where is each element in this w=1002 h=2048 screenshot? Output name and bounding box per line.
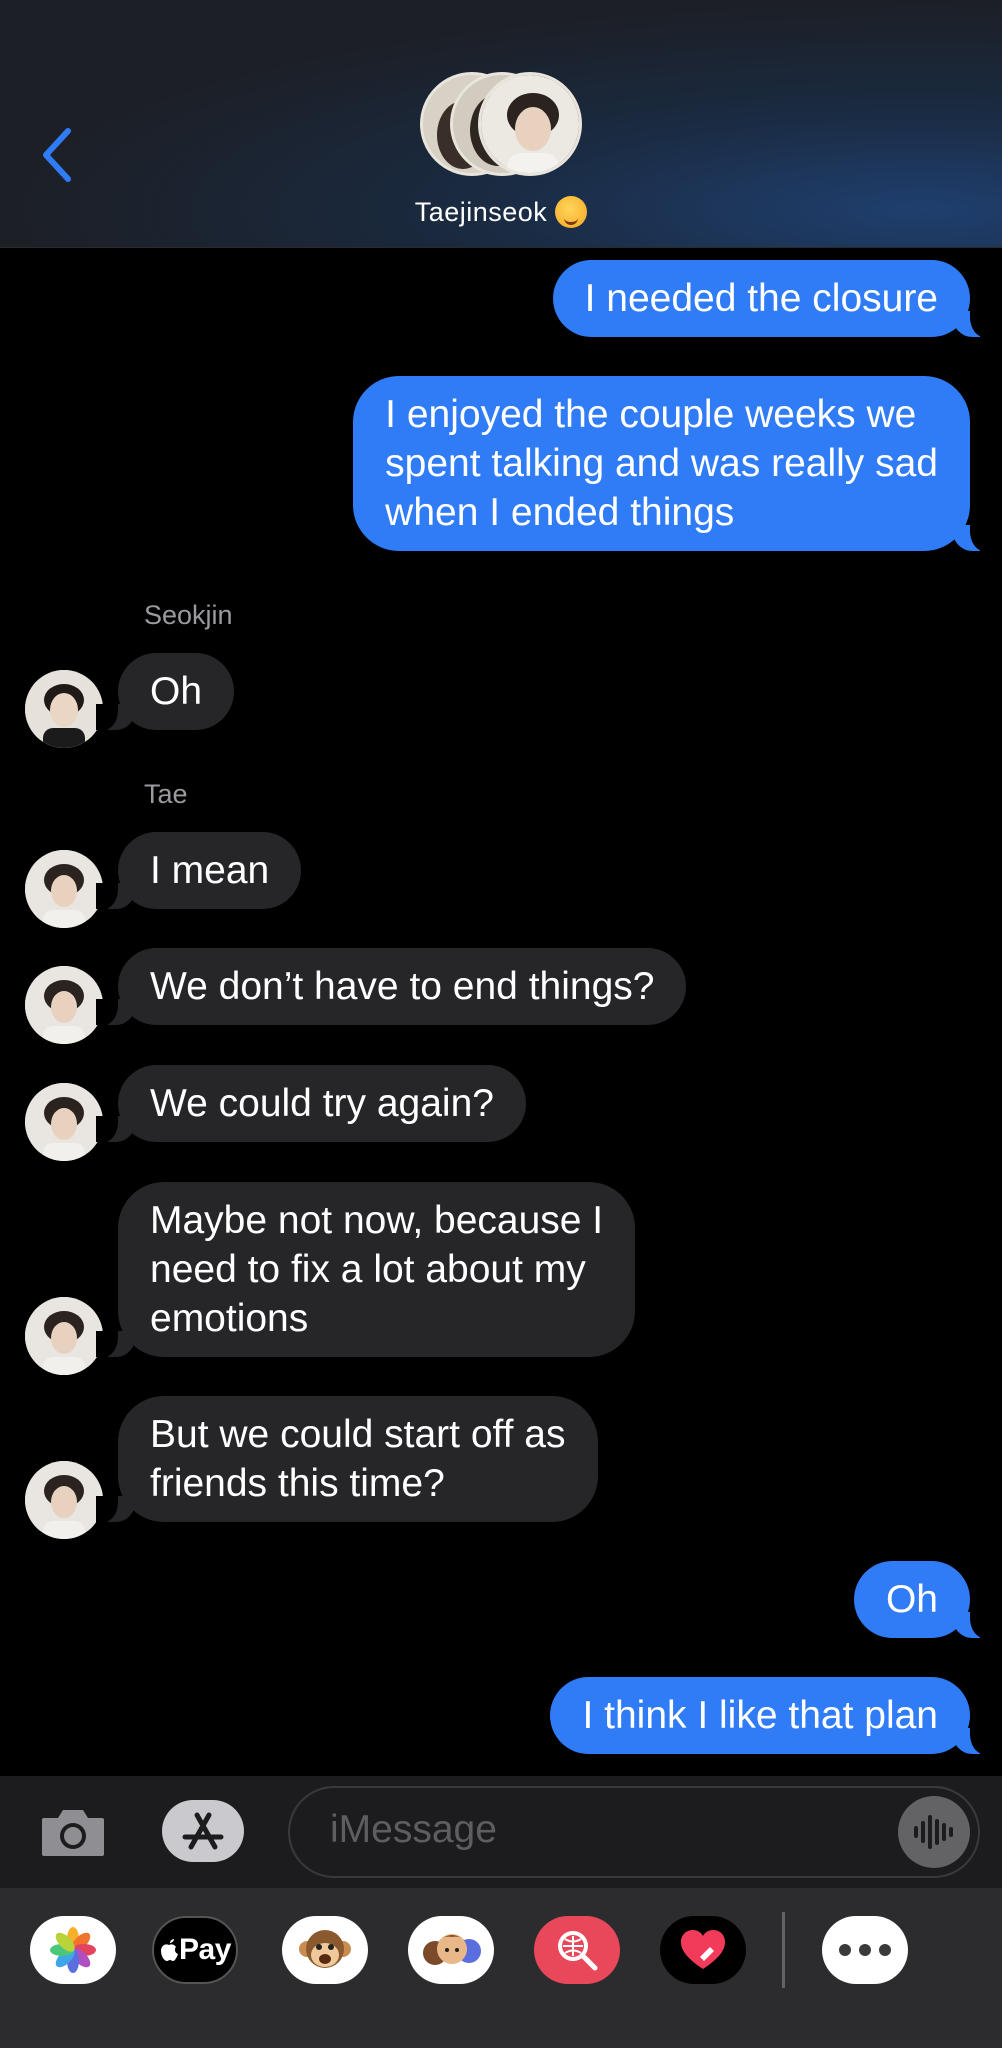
incoming-message[interactable]: I mean bbox=[95, 832, 302, 909]
app-store-icon bbox=[182, 1812, 224, 1850]
incoming-message[interactable]: We don’t have to end things? bbox=[95, 948, 687, 1025]
memoji-button[interactable] bbox=[408, 1916, 494, 1984]
memoji-icon bbox=[423, 1934, 481, 1965]
input-bar: iMessage bbox=[0, 1776, 1002, 1888]
back-button[interactable] bbox=[38, 125, 78, 185]
group-name-label: Taejinseok bbox=[414, 197, 548, 227]
avatar[interactable] bbox=[25, 1083, 103, 1161]
message-text: We don’t have to end things? bbox=[150, 965, 655, 1008]
smiling-face-with-hearts-emoji bbox=[555, 196, 588, 228]
message-input[interactable]: iMessage bbox=[288, 1786, 980, 1878]
avatar[interactable] bbox=[25, 966, 103, 1044]
message-text: We could try again? bbox=[150, 1082, 494, 1125]
message-line: friends this time? bbox=[150, 1462, 445, 1505]
avatar[interactable] bbox=[25, 1297, 103, 1375]
more-icon bbox=[839, 1944, 891, 1956]
apple-pay-icon bbox=[161, 1939, 179, 1961]
message-input-placeholder: iMessage bbox=[330, 1808, 497, 1851]
message-line: spent talking and was really sad bbox=[385, 442, 938, 485]
animoji-icon bbox=[299, 1930, 351, 1968]
sender-name: Seokjin bbox=[144, 600, 233, 630]
digital-touch-button[interactable] bbox=[660, 1916, 746, 1984]
apple-pay-button[interactable]: Pay bbox=[152, 1916, 238, 1984]
app-store-button[interactable] bbox=[162, 1800, 244, 1862]
app-drawer: Pay bbox=[0, 1888, 1002, 2048]
apple-pay-label: Pay bbox=[179, 1933, 231, 1966]
incoming-message[interactable]: Maybe not now, because I need to fix a l… bbox=[95, 1182, 636, 1357]
avatar[interactable] bbox=[25, 670, 103, 748]
avatar[interactable] bbox=[25, 850, 103, 928]
photos-app-button[interactable] bbox=[30, 1916, 116, 1984]
outgoing-message[interactable]: Oh bbox=[853, 1561, 993, 1638]
message-line: emotions bbox=[150, 1297, 309, 1340]
message-line: But we could start off as bbox=[150, 1413, 566, 1456]
outgoing-message[interactable]: I think I like that plan bbox=[550, 1677, 992, 1754]
message-text: I mean bbox=[150, 849, 270, 892]
message-text: I think I like that plan bbox=[582, 1694, 938, 1737]
app-drawer-divider bbox=[782, 1912, 785, 1988]
message-line: need to fix a lot about my bbox=[150, 1248, 586, 1291]
group-avatar[interactable] bbox=[420, 72, 582, 180]
image-search-button[interactable] bbox=[534, 1916, 620, 1984]
message-text: Oh bbox=[885, 1578, 938, 1621]
message-text: I needed the closure bbox=[584, 277, 938, 320]
incoming-message[interactable]: We could try again? bbox=[96, 1065, 526, 1142]
conversation-header: Taejinseok bbox=[0, 0, 1002, 248]
waveform-icon bbox=[914, 1815, 953, 1849]
incoming-message[interactable]: But we could start off as friends this t… bbox=[96, 1396, 598, 1522]
message-line: I enjoyed the couple weeks we bbox=[385, 393, 917, 436]
photos-icon bbox=[50, 1927, 96, 1973]
outgoing-message[interactable]: I needed the closure bbox=[552, 260, 993, 337]
animoji-button[interactable] bbox=[282, 1916, 368, 1984]
message-line: when I ended things bbox=[385, 491, 735, 534]
avatar[interactable] bbox=[25, 1461, 103, 1539]
sender-name: Tae bbox=[144, 779, 188, 809]
camera-button[interactable] bbox=[38, 1804, 108, 1860]
chevron-left-icon bbox=[43, 128, 71, 182]
message-line: Maybe not now, because I bbox=[150, 1199, 604, 1242]
image-search-icon bbox=[558, 1931, 598, 1971]
camera-icon bbox=[42, 1810, 104, 1856]
voice-message-button[interactable] bbox=[898, 1796, 970, 1868]
outgoing-message[interactable]: I enjoyed the couple weeks we spent talk… bbox=[353, 376, 992, 551]
incoming-message[interactable]: Oh bbox=[95, 653, 235, 730]
more-apps-button[interactable] bbox=[822, 1916, 908, 1984]
member-avatar bbox=[478, 72, 582, 176]
group-name[interactable]: Taejinseok bbox=[0, 196, 1002, 228]
digital-touch-icon bbox=[681, 1930, 725, 1969]
message-text: Oh bbox=[150, 670, 203, 713]
